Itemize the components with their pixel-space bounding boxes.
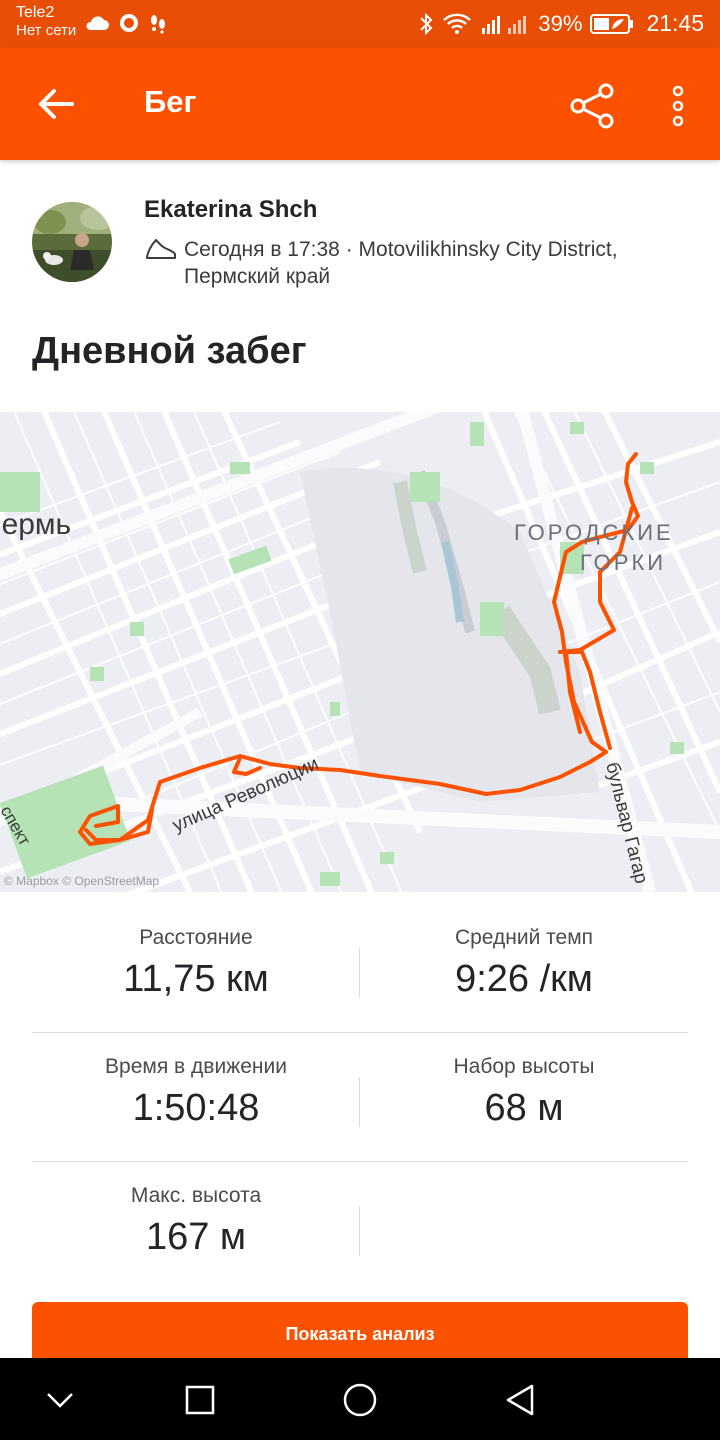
stat-divider <box>359 1206 360 1256</box>
arrow-left-icon <box>39 89 74 119</box>
stats-row: Время в движении 1:50:48 Набор высоты 68… <box>32 1033 688 1162</box>
system-nav-bar <box>0 1358 720 1440</box>
route-map[interactable]: Пермь ГОРОДСКИЕ ГОРКИ улица Революции бу… <box>0 412 720 892</box>
footsteps-icon <box>151 15 165 34</box>
stat-label: Набор высоты <box>453 1055 595 1078</box>
stat-elevation-gain: Набор высоты 68 м <box>360 1055 688 1130</box>
activity-meta-text: Сегодня в 17:38 · Motovilikhinsky City D… <box>184 238 618 288</box>
nav-recents-button[interactable] <box>178 1378 222 1422</box>
nav-hide-button[interactable] <box>38 1378 82 1422</box>
more-options-button[interactable] <box>656 78 700 134</box>
nav-back-button[interactable] <box>498 1378 542 1422</box>
stat-moving-time: Время в движении 1:50:48 <box>32 1055 360 1130</box>
avatar-photo <box>32 202 112 282</box>
stats-grid: Расстояние 11,75 км Средний темп 9:26 /к… <box>32 904 688 1291</box>
shoe-icon <box>146 239 176 259</box>
activity-title: Дневной забег <box>32 330 307 372</box>
map-label-district: ГОРОДСКИЕ <box>514 520 674 545</box>
map-canvas: Пермь ГОРОДСКИЕ ГОРКИ улица Революции бу… <box>0 412 720 892</box>
signal-icon <box>482 15 527 34</box>
triangle-back-icon <box>506 1384 534 1416</box>
clock: 21:45 <box>646 10 704 36</box>
map-label-district-2: ГОРКИ <box>580 550 666 575</box>
nav-home-button[interactable] <box>338 1378 382 1422</box>
cloud-icon <box>86 16 109 30</box>
battery-icon <box>590 13 634 34</box>
status-bar: Tele2 Нет сети 39% 21:45 <box>0 0 720 48</box>
stat-distance: Расстояние 11,75 км <box>32 926 360 1001</box>
back-button[interactable] <box>30 78 82 130</box>
wifi-icon <box>443 13 472 34</box>
stat-value: 1:50:48 <box>132 1087 260 1129</box>
athlete-name[interactable]: Ekaterina Shch <box>144 196 317 224</box>
page-title: Бег <box>144 84 197 119</box>
stat-value: 11,75 км <box>123 958 269 1000</box>
activity-meta: Сегодня в 17:38 · Motovilikhinsky City D… <box>144 236 664 290</box>
bluetooth-icon <box>420 12 433 35</box>
stat-pace: Средний темп 9:26 /км <box>360 926 688 1001</box>
chevron-down-icon <box>47 1393 73 1408</box>
app-bar: Бег <box>0 48 720 160</box>
square-icon <box>185 1385 215 1415</box>
stats-row: Расстояние 11,75 км Средний темп 9:26 /к… <box>32 904 688 1033</box>
system-indicators: 39% 21:45 <box>418 10 704 37</box>
stats-row: Макс. высота 167 м <box>32 1162 688 1291</box>
battery-percent: 39% <box>538 10 583 36</box>
athlete-avatar[interactable] <box>32 202 112 282</box>
show-analysis-button[interactable]: Показать анализ <box>32 1302 688 1366</box>
share-button[interactable] <box>564 78 620 134</box>
carrier-name: Tele2 <box>16 4 55 21</box>
stat-label: Макс. высота <box>130 1184 262 1207</box>
stat-label: Средний темп <box>454 926 594 949</box>
share-icon <box>570 83 614 129</box>
stat-value: 68 м <box>484 1087 564 1129</box>
carrier-info: Tele2 Нет сети <box>16 4 76 40</box>
stat-value: 9:26 /км <box>455 958 593 1000</box>
map-attribution[interactable]: © Mapbox © OpenStreetMap <box>4 874 159 888</box>
stat-value: 167 м <box>145 1216 247 1258</box>
network-status: Нет сети <box>16 22 77 39</box>
stat-max-elevation: Макс. высота 167 м <box>32 1184 360 1259</box>
ring-icon <box>120 14 138 32</box>
circle-icon <box>343 1383 377 1417</box>
notification-icons <box>84 12 168 34</box>
stat-label: Расстояние <box>139 926 253 949</box>
stat-label: Время в движении <box>105 1055 287 1078</box>
map-label-city: Пермь <box>0 508 71 541</box>
more-vertical-icon <box>672 85 684 127</box>
